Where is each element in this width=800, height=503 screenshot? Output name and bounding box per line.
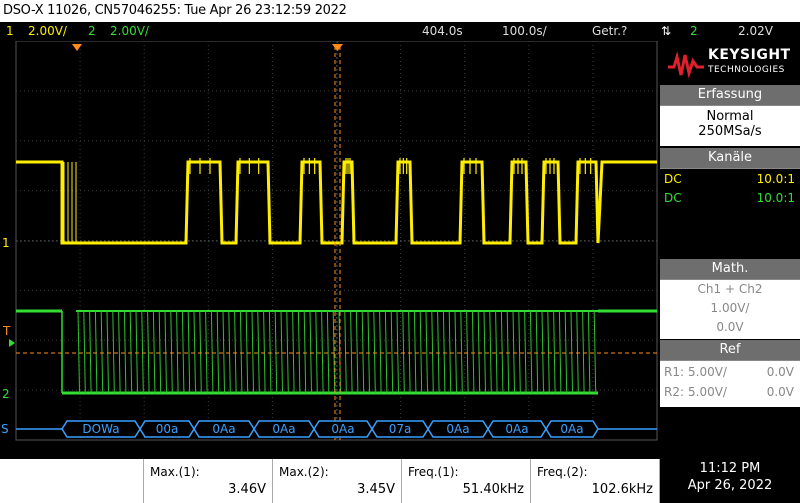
- ref1-scale: 5.00V/: [688, 365, 727, 379]
- decode-byte-label: 0Aa: [331, 422, 354, 436]
- measurement-label: Freq.(1):: [408, 465, 459, 479]
- brand-sub: TECHNOLOGIES: [708, 65, 785, 75]
- measurement-max-ch2[interactable]: Max.(2): 3.45V: [273, 459, 402, 503]
- ref2-scale: 5.00V/: [688, 385, 727, 399]
- ch1-scale[interactable]: 2.00V/: [28, 22, 67, 41]
- measurement-value: 3.46V: [228, 482, 266, 497]
- ref1-name: R1:: [664, 365, 685, 379]
- math-offset: 0.0V: [716, 320, 744, 334]
- keysight-logo: KEYSIGHT TECHNOLOGIES: [660, 41, 800, 85]
- trigger-level[interactable]: 2.02V: [738, 22, 773, 41]
- measurement-max-ch1[interactable]: Max.(1): 3.46V: [144, 459, 273, 503]
- serial-decode-bus: DOWa 00a 0Aa 0Aa 0Aa 07a 0Aa 0Aa 0Aa: [16, 420, 657, 438]
- ref2-offset: 0.0V: [766, 385, 794, 399]
- ch1-probe[interactable]: 10.0:1: [757, 172, 795, 186]
- measurement-blank: [0, 459, 144, 503]
- ref2-name: R2:: [664, 385, 685, 399]
- window-title: DSO-X 11026, CN57046255: Tue Apr 26 23:1…: [0, 0, 800, 22]
- measurement-label: Max.(2):: [279, 465, 329, 479]
- acquisition-header[interactable]: Erfassung: [660, 85, 800, 106]
- acquisition-panel: Normal 250MSa/s: [660, 106, 800, 146]
- side-spacer: [660, 209, 800, 259]
- clock: 11:12 PM Apr 26, 2022: [660, 459, 800, 503]
- measurement-value: 51.40kHz: [462, 482, 524, 497]
- math-expression: Ch1 + Ch2: [697, 282, 763, 296]
- ch2-number[interactable]: 2: [88, 22, 96, 41]
- sample-rate: 250MSa/s: [698, 124, 762, 139]
- decode-byte-label: 0Aa: [446, 422, 469, 436]
- ref-panel: R1: 5.00V/ 0.0V R2: 5.00V/ 0.0V: [660, 361, 800, 407]
- decode-byte-label: 0Aa: [212, 422, 235, 436]
- decode-byte-label: 0Aa: [272, 422, 295, 436]
- measurement-bar: Max.(1): 3.46V Max.(2): 3.45V Freq.(1): …: [0, 459, 800, 503]
- trigger-channel[interactable]: 2: [690, 22, 698, 41]
- status-bar: 1 2.00V/ 2 2.00V/ 404.0s 100.0s/ Getr.? …: [0, 22, 800, 41]
- time-scale[interactable]: 100.0s/: [502, 22, 547, 41]
- measurement-freq-ch1[interactable]: Freq.(1): 51.40kHz: [402, 459, 531, 503]
- math-header[interactable]: Math.: [660, 259, 800, 280]
- measurement-value: 3.45V: [357, 482, 395, 497]
- keysight-wave-icon: [668, 51, 704, 79]
- ch1-ground-marker[interactable]: 1: [2, 236, 10, 250]
- ch2-scale[interactable]: 2.00V/: [110, 22, 149, 41]
- measurement-label: Max.(1):: [150, 465, 200, 479]
- measurement-freq-ch2[interactable]: Freq.(2): 102.6kHz: [531, 459, 660, 503]
- ch1-number[interactable]: 1: [6, 22, 14, 41]
- time-offset[interactable]: 404.0s: [422, 22, 463, 41]
- waveform-display[interactable]: DOWa 00a 0Aa 0Aa 0Aa 07a 0Aa 0Aa 0Aa 1 T 2 S: [0, 40, 660, 441]
- math-scale: 1.00V/: [710, 301, 750, 315]
- trigger-level-marker[interactable]: T: [2, 324, 11, 338]
- channels-header[interactable]: Kanäle: [660, 148, 800, 169]
- channels-panel: DC 10.0:1 DC 10.0:1: [660, 169, 800, 209]
- ref-header[interactable]: Ref: [660, 340, 800, 361]
- decode-byte-label: 0Aa: [505, 422, 528, 436]
- trigger-edge-icon: ⇅: [661, 24, 672, 38]
- serial-bus-marker[interactable]: S: [1, 422, 9, 436]
- decode-byte-label: 0Aa: [560, 422, 583, 436]
- measurement-label: Freq.(2):: [537, 465, 588, 479]
- ch1-coupling[interactable]: DC: [664, 172, 682, 186]
- decode-byte-label: 00a: [156, 422, 179, 436]
- ref1-offset: 0.0V: [766, 365, 794, 379]
- ch2-probe[interactable]: 10.0:1: [757, 191, 795, 205]
- measurement-value: 102.6kHz: [591, 482, 653, 497]
- run-state: Getr.?: [592, 24, 628, 38]
- side-panel: KEYSIGHT TECHNOLOGIES Erfassung Normal 2…: [660, 41, 800, 441]
- decode-byte-label: 07a: [389, 422, 412, 436]
- decode-byte-label: DOWa: [82, 422, 119, 436]
- acquisition-mode: Normal: [706, 109, 754, 124]
- clock-time: 11:12 PM: [699, 461, 761, 476]
- ch2-coupling[interactable]: DC: [664, 191, 682, 205]
- math-panel: Ch1 + Ch2 1.00V/ 0.0V: [660, 280, 800, 339]
- clock-date: Apr 26, 2022: [687, 478, 773, 493]
- waveform-svg: DOWa 00a 0Aa 0Aa 0Aa 07a 0Aa 0Aa 0Aa 1 T 2 S: [0, 40, 660, 441]
- brand-name: KEYSIGHT: [708, 47, 791, 63]
- ch2-ground-marker[interactable]: 2: [2, 387, 10, 401]
